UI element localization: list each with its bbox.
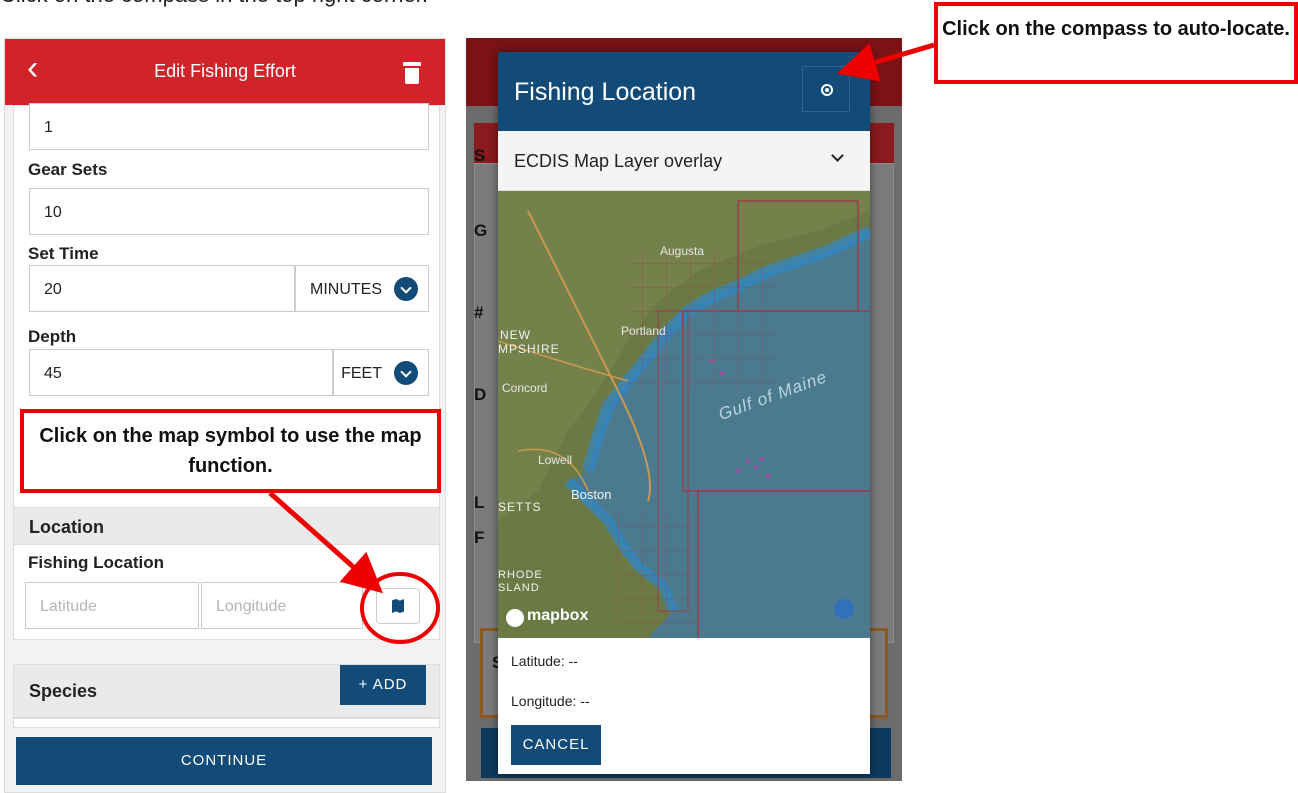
arrow-to-compass xyxy=(836,42,935,82)
arrow-to-map-button xyxy=(268,491,383,594)
map-button-highlight xyxy=(360,572,440,644)
annotation-arrows xyxy=(268,42,935,644)
